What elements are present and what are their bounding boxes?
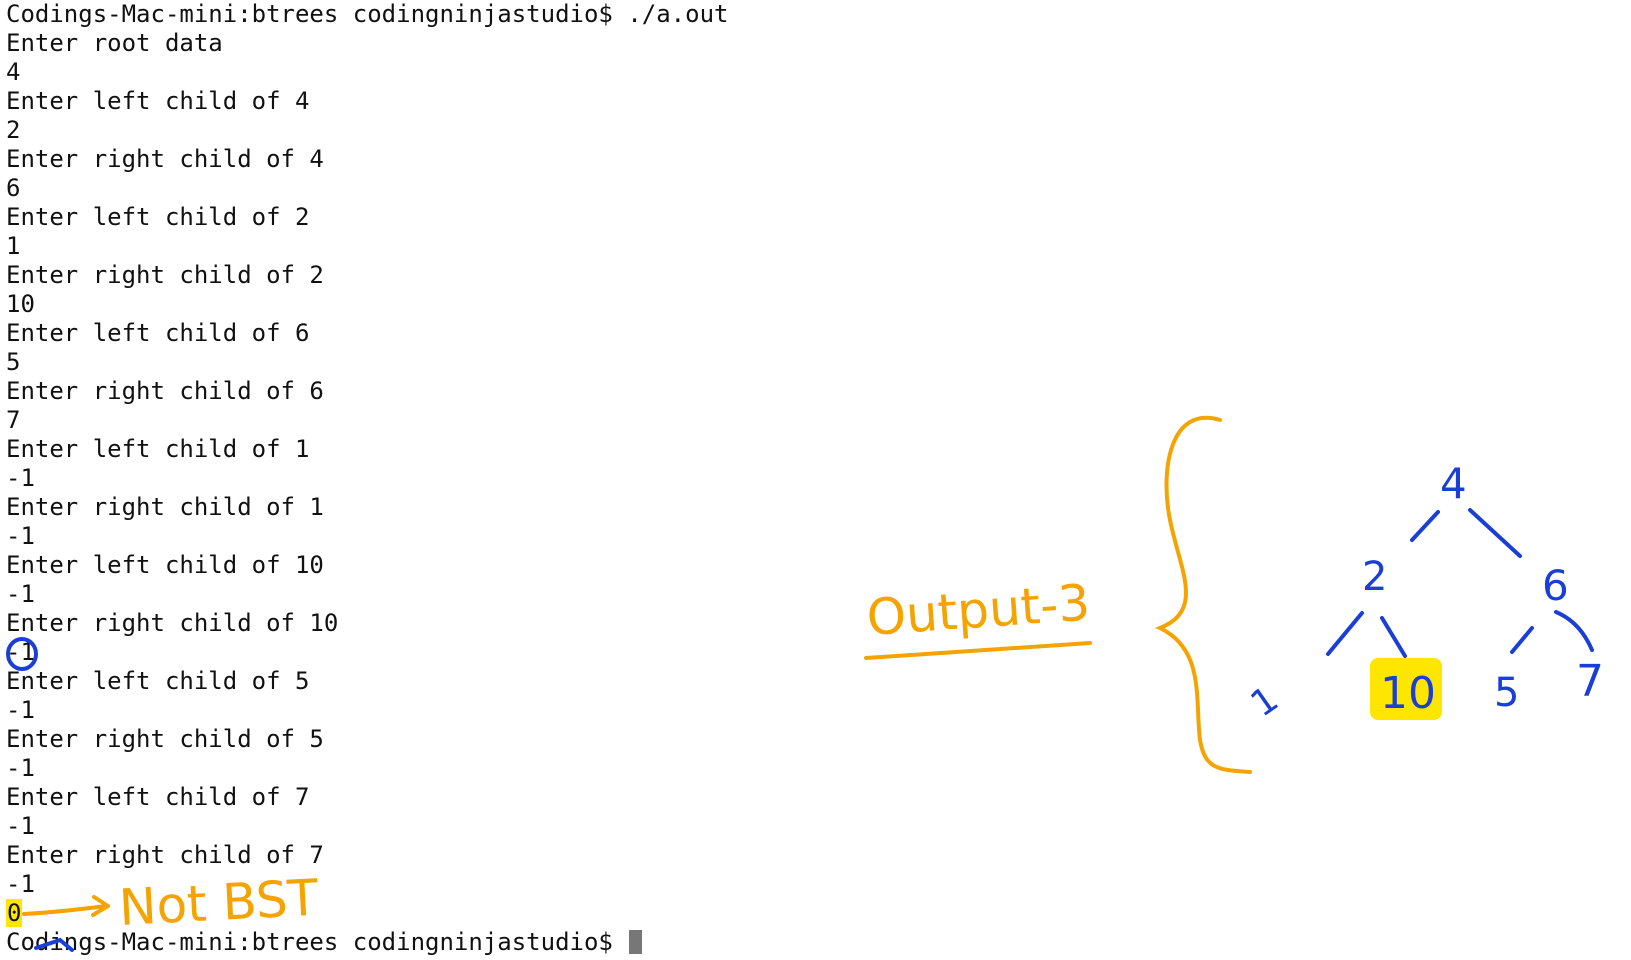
terminal-line: -1 <box>6 754 35 782</box>
node-left-right: 10 <box>1380 668 1436 719</box>
terminal-line: 4 <box>6 58 21 86</box>
text-cursor <box>629 930 643 954</box>
edge-2-1 <box>1326 611 1364 656</box>
terminal-line: Enter left child of 7 <box>6 783 310 811</box>
terminal-line: -1 <box>6 812 35 840</box>
shell-prompt: Codings-Mac-mini:btrees codingninjastudi… <box>6 928 628 956</box>
curly-brace <box>1155 415 1252 774</box>
terminal-line: -1 <box>6 464 35 492</box>
terminal-line: Enter right child of 10 <box>6 609 339 637</box>
terminal-line: -1 <box>6 638 35 666</box>
terminal-line: -1 <box>6 696 35 724</box>
terminal-line: 2 <box>6 116 21 144</box>
node-left: 2 <box>1362 554 1387 600</box>
terminal-line: Enter left child of 5 <box>6 667 310 695</box>
result-value: 0 <box>6 899 23 927</box>
terminal-line: Enter right child of 1 <box>6 493 324 521</box>
node-right-right: 7 <box>1576 656 1604 707</box>
terminal-line: Enter right child of 2 <box>6 261 324 289</box>
edge-6-5 <box>1510 626 1534 654</box>
terminal-result-line: 0 <box>6 899 900 928</box>
terminal-line: 1 <box>6 232 21 260</box>
terminal-line: 7 <box>6 406 21 434</box>
terminal-line: Enter left child of 2 <box>6 203 310 231</box>
node-left-left: 1 <box>1244 679 1286 726</box>
terminal-line: Enter left child of 10 <box>6 551 324 579</box>
edge-2-10 <box>1380 616 1407 658</box>
terminal-line: Enter right child of 6 <box>6 377 324 405</box>
terminal-line: Enter left child of 6 <box>6 319 310 347</box>
node-right-left: 5 <box>1494 670 1519 716</box>
terminal-line: 5 <box>6 348 21 376</box>
terminal-line: Enter right child of 4 <box>6 145 324 173</box>
screen: Codings-Mac-mini:btrees codingninjastudi… <box>0 0 1631 960</box>
terminal-prompt-line[interactable]: Codings-Mac-mini:btrees codingninjastudi… <box>6 928 900 957</box>
terminal-window[interactable]: Codings-Mac-mini:btrees codingninjastudi… <box>0 0 900 960</box>
terminal-line: Enter root data <box>6 29 223 57</box>
terminal-line: 6 <box>6 174 21 202</box>
terminal-line: Codings-Mac-mini:btrees codingninjastudi… <box>6 0 729 28</box>
node-10-highlight <box>1370 658 1442 720</box>
terminal-line: Enter left child of 4 <box>6 87 310 115</box>
terminal-line: 10 <box>6 290 35 318</box>
terminal-line: Enter right child of 7 <box>6 841 324 869</box>
node-right: 6 <box>1542 561 1569 610</box>
terminal-line: -1 <box>6 870 35 898</box>
terminal-line: Enter left child of 1 <box>6 435 310 463</box>
edge-4-2 <box>1410 510 1440 542</box>
edge-4-6 <box>1468 508 1522 558</box>
terminal-line: Enter right child of 5 <box>6 725 324 753</box>
node-root: 4 <box>1440 459 1467 508</box>
edge-6-7 <box>1554 610 1594 652</box>
terminal-line: -1 <box>6 522 35 550</box>
terminal-output: Codings-Mac-mini:btrees codingninjastudi… <box>6 0 900 899</box>
terminal-line: -1 <box>6 580 35 608</box>
